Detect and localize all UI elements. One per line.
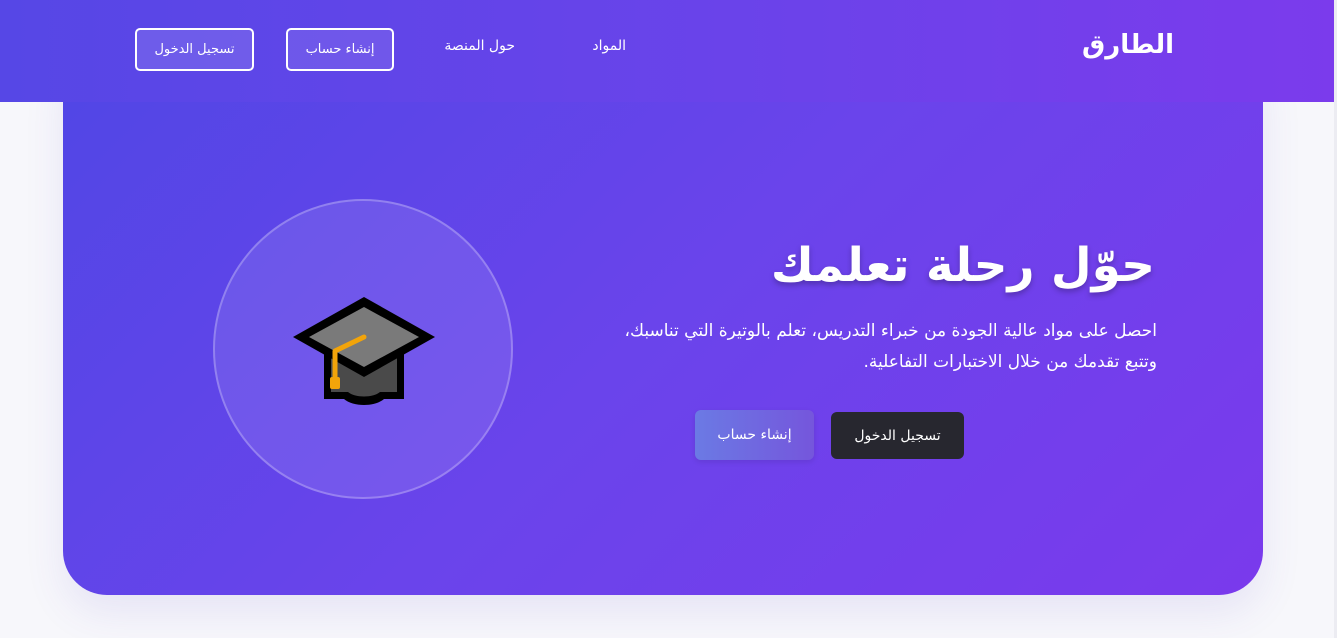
- nav-link-materials[interactable]: المواد: [592, 38, 626, 54]
- hero-section: حوّل رحلة تعلمك احصل على مواد عالية الجو…: [63, 40, 1263, 595]
- hero-login-button[interactable]: تسجيل الدخول: [831, 412, 964, 459]
- hero-description: احصل على مواد عالية الجودة من خبراء التد…: [624, 321, 1157, 372]
- page: حوّل رحلة تعلمك احصل على مواد عالية الجو…: [0, 0, 1337, 638]
- hero-title: حوّل رحلة تعلمك: [770, 238, 1155, 293]
- hero-signup-button[interactable]: إنشاء حساب: [695, 410, 814, 460]
- graduation-cap-icon: [293, 297, 435, 405]
- nav-signup-button[interactable]: إنشاء حساب: [286, 28, 394, 71]
- site-logo[interactable]: الطارق: [1082, 30, 1174, 60]
- top-navbar: الطارق المواد حول المنصة إنشاء حساب تسجي…: [0, 0, 1334, 102]
- nav-login-button[interactable]: تسجيل الدخول: [135, 28, 254, 71]
- nav-link-about[interactable]: حول المنصة: [444, 38, 515, 54]
